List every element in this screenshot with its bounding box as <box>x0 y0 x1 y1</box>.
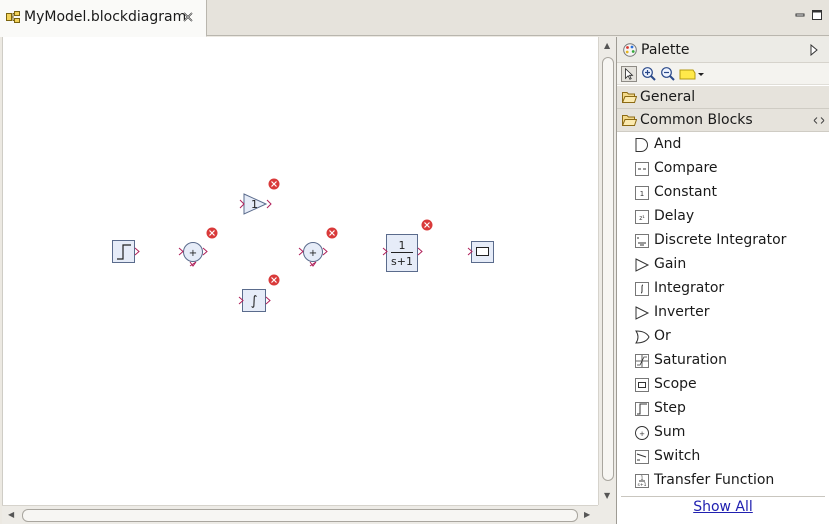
show-all-separator <box>621 496 825 497</box>
palette-title: Palette <box>641 42 690 58</box>
horizontal-scroll-thumb[interactable] <box>22 509 578 522</box>
palette-item-gain[interactable]: Gain <box>617 253 829 277</box>
zoom-in-icon[interactable] <box>641 66 657 82</box>
integrator-icon <box>635 282 649 296</box>
vertical-scroll-thumb[interactable] <box>602 57 614 481</box>
svg-text:1: 1 <box>640 190 644 198</box>
gain-block[interactable]: 1 <box>239 193 272 215</box>
transfer-function-block[interactable]: 1 s+1 <box>382 234 423 272</box>
palette-item-or[interactable]: Or <box>617 325 829 349</box>
editor-tab[interactable]: MyModel.blockdiagram <box>0 0 207 37</box>
or-gate-icon <box>635 330 650 344</box>
palette-icon <box>623 43 637 57</box>
sum-icon: + <box>635 426 649 440</box>
palette-item-sum[interactable]: + Sum <box>617 421 829 445</box>
block-diagram-file-icon <box>6 11 20 23</box>
switch-icon <box>635 450 649 464</box>
discrete-integrator-icon <box>635 234 649 248</box>
scrollbar-corner <box>598 505 616 524</box>
show-all-link[interactable]: Show All <box>617 499 829 515</box>
svg-text:+: + <box>639 430 645 438</box>
palette-item-saturation[interactable]: Saturation <box>617 349 829 373</box>
and-gate-icon <box>635 138 648 152</box>
editor-window: MyModel.blockdiagram + 1 ∫ + 1 s+1 ▲ ▼ ◀… <box>0 0 829 524</box>
palette-item-constant[interactable]: 1 Constant <box>617 181 829 205</box>
pin-icon[interactable] <box>813 116 825 125</box>
zoom-out-icon[interactable] <box>660 66 676 82</box>
scroll-left-icon[interactable]: ◀ <box>8 511 14 519</box>
svg-text:z¹: z¹ <box>639 215 645 222</box>
palette-item-switch[interactable]: Switch <box>617 445 829 469</box>
transfer-function-numerator: 1 <box>399 239 406 252</box>
sum-block-1[interactable]: + <box>178 242 208 267</box>
gain-icon <box>635 258 650 272</box>
transfer-function-icon: 1s+1 <box>635 474 649 488</box>
close-tab-icon[interactable] <box>182 11 194 23</box>
constant-icon: 1 <box>635 186 649 200</box>
note-tool-icon[interactable] <box>679 66 705 82</box>
saturation-icon <box>635 354 649 368</box>
transfer-function-denominator: s+1 <box>391 255 413 268</box>
error-icon <box>268 274 280 286</box>
compare-icon <box>635 162 649 176</box>
scroll-right-icon[interactable]: ▶ <box>584 511 590 519</box>
scope-icon <box>635 378 649 392</box>
minimize-icon[interactable] <box>795 10 805 20</box>
scope-block[interactable] <box>467 241 494 263</box>
palette-item-delay[interactable]: z¹ Delay <box>617 205 829 229</box>
diagram-canvas[interactable]: + 1 ∫ + 1 s+1 <box>2 37 598 505</box>
editor-tab-bar: MyModel.blockdiagram <box>0 0 829 37</box>
error-icon <box>421 219 433 231</box>
palette-panel: Palette General Common Blocks And Compar… <box>616 37 829 524</box>
scroll-up-icon[interactable]: ▲ <box>604 42 610 50</box>
vertical-scrollbar[interactable]: ▲ ▼ <box>598 37 616 505</box>
collapse-palette-icon[interactable] <box>809 44 819 56</box>
palette-item-scope[interactable]: Scope <box>617 373 829 397</box>
palette-toolbar <box>617 63 829 85</box>
sum-block-2[interactable]: + <box>298 242 328 267</box>
error-icon <box>326 227 338 239</box>
svg-text:1: 1 <box>640 476 643 482</box>
select-tool-icon[interactable] <box>621 66 637 82</box>
drawer-general[interactable]: General <box>617 86 829 109</box>
step-icon <box>635 402 649 416</box>
folder-open-icon <box>622 115 637 126</box>
sum-1-symbol: + <box>189 248 197 259</box>
palette-item-and[interactable]: And <box>617 133 829 157</box>
error-icon <box>206 227 218 239</box>
integrator-symbol: ∫ <box>251 294 258 309</box>
palette-item-transfer-function[interactable]: 1 s+1 Transfer Function <box>617 469 829 493</box>
palette-item-integrator[interactable]: Integrator <box>617 277 829 301</box>
drawer-general-label: General <box>640 89 696 105</box>
delay-icon: z¹ <box>635 210 649 224</box>
step-block[interactable] <box>112 240 140 263</box>
inverter-icon <box>635 306 650 320</box>
integrator-block[interactable]: ∫ <box>238 289 271 312</box>
error-icon <box>268 178 280 190</box>
tab-title: MyModel.blockdiagram <box>24 9 187 25</box>
drawer-common-blocks[interactable]: Common Blocks <box>617 109 829 132</box>
horizontal-scrollbar[interactable]: ◀ ▶ <box>2 505 598 524</box>
palette-item-discrete-integrator[interactable]: Discrete Integrator <box>617 229 829 253</box>
drawer-common-blocks-label: Common Blocks <box>640 112 753 128</box>
gain-symbol: 1 <box>251 198 258 211</box>
palette-header[interactable]: Palette <box>617 37 829 63</box>
folder-open-icon <box>622 92 637 103</box>
palette-item-compare[interactable]: Compare <box>617 157 829 181</box>
palette-item-step[interactable]: Step <box>617 397 829 421</box>
scroll-down-icon[interactable]: ▼ <box>604 492 610 500</box>
maximize-icon[interactable] <box>812 10 822 20</box>
sum-2-symbol: + <box>309 248 317 259</box>
palette-item-inverter[interactable]: Inverter <box>617 301 829 325</box>
svg-text:s+1: s+1 <box>638 482 647 488</box>
